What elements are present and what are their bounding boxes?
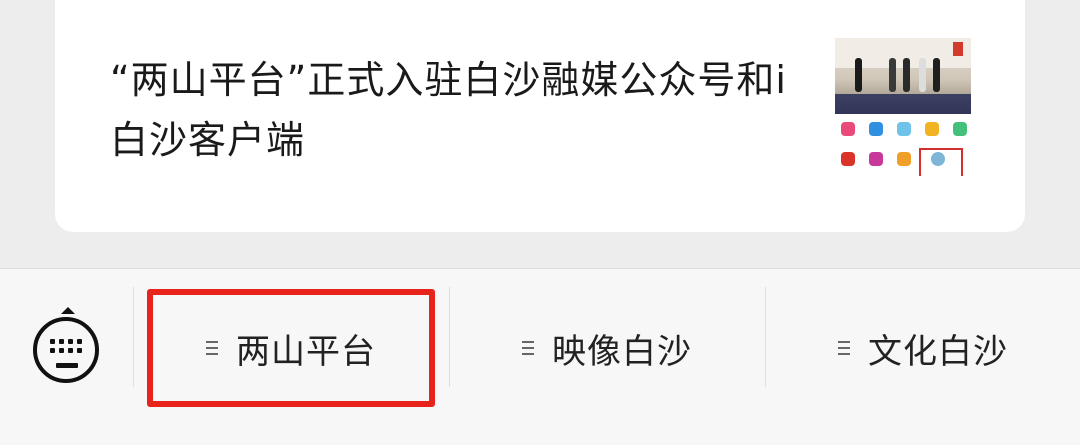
- thumbnail-video-frame: [835, 38, 971, 114]
- menu-lines-icon: [522, 341, 534, 355]
- menu-lines-icon: [838, 341, 850, 355]
- bottom-menu-bar: 两山平台 映像白沙 文化白沙: [0, 268, 1080, 445]
- article-card[interactable]: “两山平台”正式入驻白沙融媒公众号和i白沙客户端: [55, 0, 1025, 232]
- keyboard-icon[interactable]: [33, 307, 99, 383]
- menu-lines-icon: [206, 341, 218, 355]
- menu-item-liangshan-platform[interactable]: 两山平台: [147, 289, 435, 407]
- menu-item-label: 文化白沙: [868, 331, 1008, 372]
- article-title[interactable]: “两山平台”正式入驻白沙融媒公众号和i白沙客户端: [110, 50, 790, 170]
- article-thumbnail-image: [835, 38, 971, 176]
- menu-item-label: 两山平台: [236, 331, 376, 372]
- menu-item-wenhua-baisha[interactable]: 文化白沙: [766, 289, 1080, 407]
- menu-divider: [133, 287, 134, 387]
- menu-item-label: 映像白沙: [552, 331, 692, 372]
- menu-item-yingxiang-baisha[interactable]: 映像白沙: [450, 289, 764, 407]
